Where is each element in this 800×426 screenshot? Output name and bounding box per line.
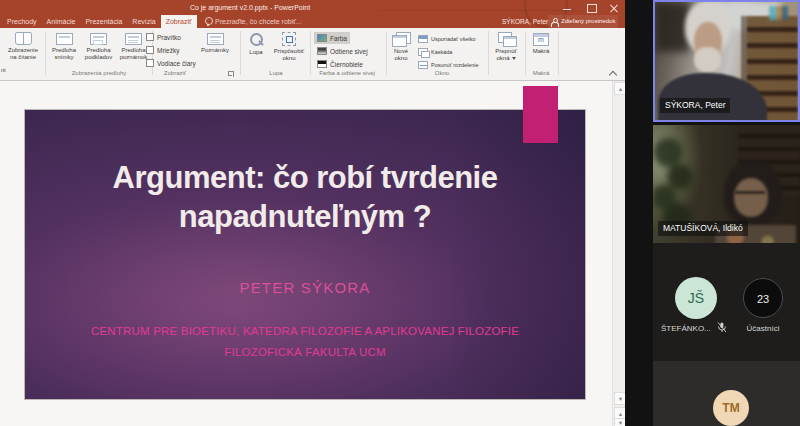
tab-animacie[interactable]: Animácie — [42, 15, 81, 28]
slide-canvas: Argument: čo robí tvrdenie napadnuteľným… — [0, 81, 612, 426]
switch-windows-icon — [498, 32, 515, 46]
group-label-color: Farba a odtiene sivej — [312, 70, 382, 76]
share-button[interactable]: Zdieľaný prostriedok — [548, 15, 618, 28]
video-tile-matusikova[interactable]: MATUŠÍKOVÁ, Ildikó — [653, 125, 800, 243]
signed-in-user: SÝKORA, Peter — [502, 18, 548, 25]
checkbox-icon — [146, 33, 154, 41]
group-label-zoom: Lupa — [261, 70, 291, 76]
participants-label: Účastníci — [737, 324, 789, 333]
screen: Co je argument v2.0.pptx - PowerPoint SÝ… — [0, 0, 800, 426]
tab-prechody[interactable]: Prechody — [2, 15, 42, 28]
slide-author: PETER SÝKORA — [25, 279, 585, 296]
slide-affiliation-line1: CENTRUM PRE BIOETIKU, KATEDRA FILOZOFIE … — [25, 325, 585, 337]
new-window-icon — [392, 32, 410, 46]
ribbon-tabs: Prechody Animácie Prezentácia Revízia Zo… — [2, 15, 197, 28]
participant-label: ŠTEFÁNKO... — [661, 324, 721, 333]
window-title: Co je argument v2.0.pptx - PowerPoint — [150, 4, 350, 11]
tell-me-box[interactable]: Prezraďte, čo chcete robiť... — [204, 15, 302, 28]
reading-view-button[interactable]: Zobrazenie na čítanie — [5, 31, 41, 61]
cascade-button[interactable]: Kaskáda — [418, 46, 452, 57]
checkbox-mriezky[interactable]: Mriežky — [146, 46, 179, 54]
blackwhite-swatch-icon — [317, 60, 327, 68]
mic-muted-icon — [717, 322, 727, 333]
arrange-all-icon — [418, 35, 428, 43]
fit-to-window-button[interactable]: Prispôsobiť oknu — [270, 31, 308, 62]
video-tile-sykora[interactable]: SÝKORA, Peter — [653, 0, 800, 122]
notes-button[interactable]: Poznámky — [198, 31, 232, 54]
checkbox-icon — [146, 46, 154, 54]
group-label-show: Zobraziť — [152, 70, 198, 76]
zoom-button[interactable]: Lupa — [244, 31, 268, 56]
slide-accent-rectangle — [523, 86, 558, 143]
new-window-button[interactable]: Nové okno — [389, 31, 413, 62]
notes-icon — [207, 33, 224, 45]
avatar-stefanko[interactable]: JŠ — [675, 277, 717, 319]
slide-master-icon — [56, 33, 73, 45]
participant-avatars: JŠ ŠTEFÁNKO... 23 Účastníci — [653, 243, 800, 361]
reading-view-icon — [15, 32, 32, 45]
slide-affiliation-line2: FILOZOFICKÁ FAKULTA UCM — [25, 346, 585, 358]
blackwhite-button[interactable]: Čiernobiele — [314, 58, 366, 70]
group-label-macros: Makrá — [528, 70, 554, 76]
handout-master-icon — [90, 33, 107, 45]
avatar-tm: TM — [713, 390, 749, 426]
color-button[interactable]: Farba — [314, 32, 350, 44]
person-icon — [551, 18, 558, 26]
tab-revizia[interactable]: Revízia — [127, 15, 160, 28]
titlebar-decoration-line — [380, 10, 580, 11]
slide-title: Argument: čo robí tvrdenie napadnuteľným… — [25, 158, 585, 236]
person-beard — [694, 47, 721, 72]
switch-windows-button[interactable]: Prepnúť okná — [491, 31, 521, 62]
ribbon: ni Zobrazenie na čítanie Predloha snímky… — [0, 28, 625, 81]
dropdown-arrow-icon — [512, 57, 516, 60]
macros-button[interactable]: Makrá — [528, 31, 554, 55]
collapse-ribbon-icon[interactable] — [608, 69, 618, 77]
checkbox-icon — [146, 59, 154, 67]
participants-count-badge[interactable]: 23 — [743, 278, 783, 318]
title-bar: Co je argument v2.0.pptx - PowerPoint SÝ… — [0, 0, 625, 28]
group-label-window: Okno — [424, 70, 460, 76]
minimize-button[interactable] — [556, 0, 578, 16]
checkbox-vodiace-ciary[interactable]: Vodiace čiary — [146, 59, 196, 67]
powerpoint-window: Co je argument v2.0.pptx - PowerPoint SÝ… — [0, 0, 625, 426]
participant-name: SÝKORA, Peter — [660, 98, 730, 113]
notes-master-icon — [125, 33, 142, 45]
group-label-master: Zobrazenia predlohy — [48, 70, 150, 76]
tab-zobrazit[interactable]: Zobraziť — [161, 15, 197, 28]
checkbox-pravitko[interactable]: Pravítko — [146, 33, 181, 41]
arrange-all-button[interactable]: Usporiadať všetko — [418, 33, 476, 44]
video-tile-tm[interactable]: TM — [653, 361, 800, 426]
move-split-button[interactable]: Posunúť rozdelenie — [418, 59, 479, 70]
move-split-icon — [418, 61, 428, 69]
cascade-icon — [418, 48, 428, 56]
participant-name: MATUŠÍKOVÁ, Ildikó — [658, 221, 748, 236]
clipped-button-label: ni — [1, 67, 6, 73]
fit-to-window-icon — [282, 32, 296, 46]
slide[interactable]: Argument: čo robí tvrdenie napadnuteľným… — [24, 109, 586, 400]
close-button[interactable] — [603, 0, 625, 16]
color-swatch-icon — [317, 34, 327, 42]
lightbulb-icon — [204, 17, 212, 27]
slide-master-button[interactable]: Predloha snímky — [48, 31, 80, 61]
grayscale-swatch-icon — [317, 47, 327, 55]
handout-master-button[interactable]: Predloha podkladov — [82, 31, 115, 61]
zoom-icon — [248, 32, 264, 47]
maximize-button[interactable] — [580, 0, 602, 16]
macros-icon — [533, 33, 549, 46]
dialog-launcher-icon[interactable] — [228, 71, 234, 77]
meeting-panel: SÝKORA, Peter MATUŠÍKOVÁ, Ildikó JŠ ŠTEF… — [625, 0, 800, 426]
grayscale-button[interactable]: Odtiene sivej — [314, 45, 371, 57]
tab-prezentacia[interactable]: Prezentácia — [80, 15, 127, 28]
